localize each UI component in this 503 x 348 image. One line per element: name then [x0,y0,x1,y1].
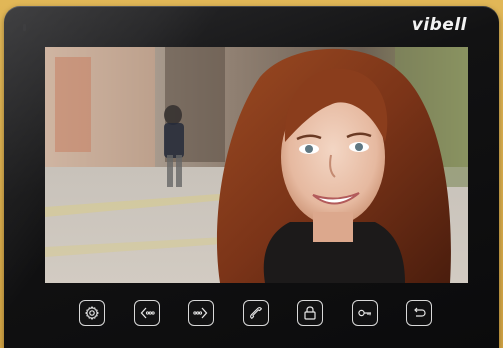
status-led [23,24,26,31]
brand-logo: vibell [411,15,467,35]
control-button-row [79,300,435,330]
chevron-left-dots-icon [140,307,155,319]
call-button[interactable] [243,300,269,326]
settings-button[interactable] [79,300,105,326]
camera-screen [45,47,468,283]
product-scene: vibell [0,0,503,348]
key-button[interactable] [352,300,378,326]
lock-button[interactable] [297,300,323,326]
lock-icon [304,306,316,320]
return-arrow-icon [414,307,426,317]
back-button[interactable] [406,300,432,326]
previous-button[interactable] [134,300,160,326]
chevron-right-dots-icon [193,307,208,319]
key-icon [358,309,371,317]
next-button[interactable] [188,300,214,326]
camera-image [45,47,468,283]
gear-icon [85,306,99,320]
phone-handset-icon [250,307,262,319]
